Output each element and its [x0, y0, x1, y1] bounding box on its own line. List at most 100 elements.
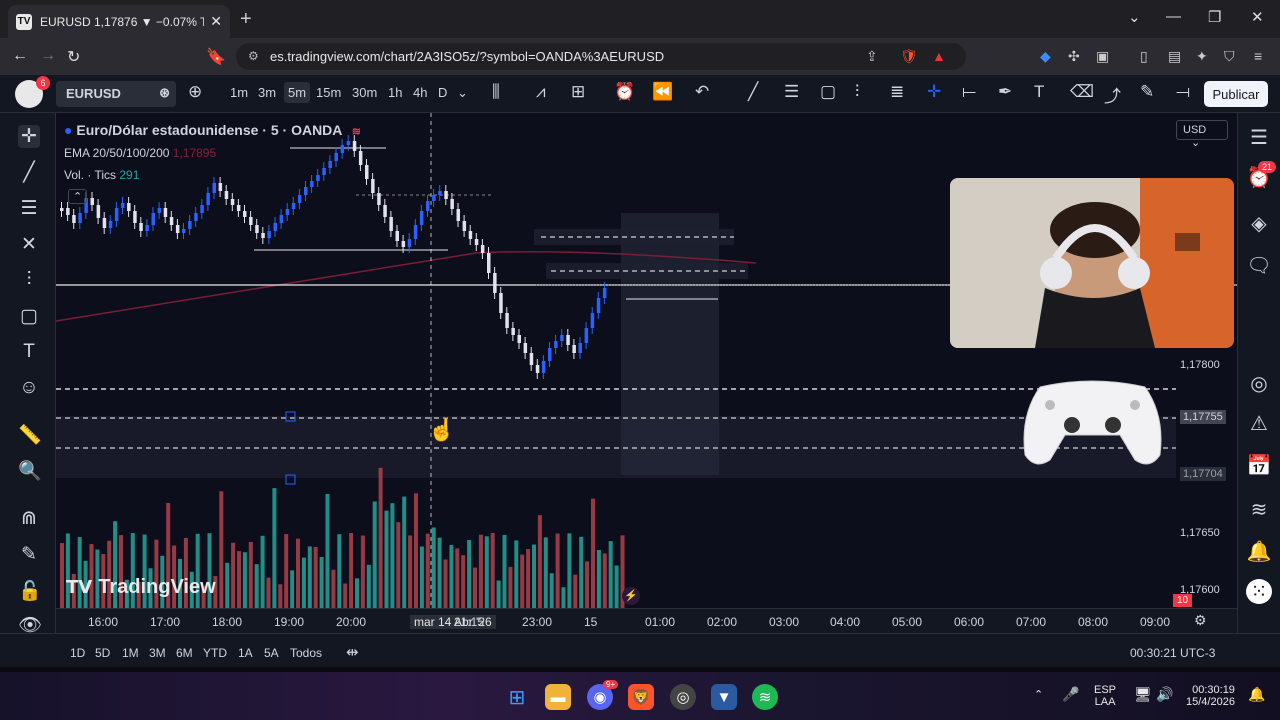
windows-start-icon[interactable]: ⊞: [504, 684, 530, 710]
shapes-icon[interactable]: ▢: [18, 305, 40, 328]
url-field[interactable]: ⚙ es.tradingview.com/chart/2A3ISO5z/?sym…: [236, 43, 966, 70]
notification-bell-icon[interactable]: 🔔: [1248, 686, 1265, 703]
tf-30m[interactable]: 30m: [352, 85, 377, 100]
fib-icon[interactable]: ☰: [784, 82, 799, 102]
valorant-icon[interactable]: ▼: [711, 684, 737, 710]
compare-icon[interactable]: ⊛: [159, 85, 170, 101]
tf-d[interactable]: D: [438, 85, 447, 100]
range-5a[interactable]: 5A: [264, 646, 279, 660]
brush-icon[interactable]: ✒: [998, 82, 1012, 102]
ideas-icon[interactable]: ⚠: [1246, 411, 1272, 436]
notifications-bell-icon[interactable]: 🔔: [1246, 539, 1272, 564]
tf-4h[interactable]: 4h: [413, 85, 427, 100]
browser-tab[interactable]: TV EURUSD 1,17876 ▼ −0.07% Trad ✕: [8, 5, 230, 38]
site-info-icon[interactable]: ⚙: [248, 49, 259, 63]
zoom-in-icon[interactable]: 🔍: [18, 459, 42, 483]
tf-1h[interactable]: 1h: [388, 85, 402, 100]
system-clock[interactable]: 00:30:19 15/4/2026: [1186, 684, 1235, 708]
cursor-icon[interactable]: ✛: [18, 125, 40, 148]
eraser-icon[interactable]: ⌫: [1070, 82, 1094, 102]
back-icon[interactable]: ←: [12, 47, 28, 65]
crosshair-icon[interactable]: ✛: [927, 82, 941, 102]
ray-icon[interactable]: ⟞: [1176, 82, 1190, 102]
stay-drawing-icon[interactable]: ✎: [18, 543, 40, 566]
ema-legend[interactable]: EMA 20/50/100/200 1,17895: [64, 146, 216, 160]
tf-15m[interactable]: 15m: [316, 85, 341, 100]
bookmark-icon[interactable]: 🔖: [206, 47, 226, 67]
date-range-icon[interactable]: ⇹: [346, 643, 359, 661]
brave-shields-icon[interactable]: 🛡: [900, 48, 918, 65]
add-symbol-icon[interactable]: ⊕: [188, 82, 202, 102]
vpn-icon[interactable]: ⛉: [1224, 48, 1235, 65]
trend-line-tool-icon[interactable]: ╱: [18, 161, 40, 184]
leo-ai-icon[interactable]: ✦: [1196, 48, 1208, 65]
alert-icon[interactable]: ⏰: [614, 82, 635, 102]
collapse-legend-icon[interactable]: ⌃: [68, 189, 88, 204]
undo-icon[interactable]: ↶: [695, 82, 709, 102]
app-icon[interactable]: ◎: [670, 684, 696, 710]
network-icon[interactable]: 🖥: [1134, 686, 1152, 703]
microphone-icon[interactable]: 🎤: [1062, 686, 1079, 703]
utc-clock[interactable]: 00:30:21 UTC-3: [1130, 646, 1215, 660]
minimize-icon[interactable]: —: [1166, 8, 1181, 25]
range-1m[interactable]: 1M: [122, 646, 139, 660]
spotify-icon[interactable]: ≋: [752, 684, 778, 710]
extensions-puzzle-icon[interactable]: ✣: [1068, 48, 1080, 65]
indicators-icon[interactable]: ⩘: [536, 82, 546, 102]
range-5d[interactable]: 5D: [95, 646, 110, 660]
fib-retracement-icon[interactable]: ≣: [890, 82, 904, 102]
sidebar-icon[interactable]: ▯: [1140, 48, 1148, 65]
wallet-icon[interactable]: ▤: [1168, 48, 1181, 65]
replay-icon[interactable]: ⏪: [652, 82, 673, 102]
tf-5m[interactable]: 5m: [284, 82, 311, 103]
range-ytd[interactable]: YTD: [203, 646, 227, 660]
text-annotation-icon[interactable]: T: [18, 341, 40, 363]
tab-search-icon[interactable]: ⌄: [1128, 8, 1141, 26]
axis-settings-icon[interactable]: ⚙: [1194, 612, 1207, 629]
ruler-icon[interactable]: 📏: [18, 423, 42, 447]
text-tool-icon[interactable]: T: [1034, 82, 1044, 102]
range-all[interactable]: Todos: [290, 646, 322, 660]
currency-select[interactable]: USD ⌄: [1176, 120, 1228, 149]
brave-browser-icon[interactable]: 🦁: [628, 684, 654, 710]
volume-icon[interactable]: 🔊: [1156, 686, 1173, 703]
watchlist-icon[interactable]: ☰: [1246, 125, 1272, 150]
target-icon[interactable]: ◎: [1246, 371, 1272, 396]
range-3m[interactable]: 3M: [149, 646, 166, 660]
horizontal-line-icon[interactable]: ⟝: [962, 82, 976, 102]
lock-icon[interactable]: 🔓: [18, 579, 42, 603]
calendar-icon[interactable]: 📅: [1246, 453, 1272, 478]
range-1a[interactable]: 1A: [238, 646, 253, 660]
maximize-icon[interactable]: ❐: [1208, 8, 1221, 26]
reload-icon[interactable]: ↻: [67, 47, 80, 67]
tf-1m[interactable]: 1m: [230, 85, 248, 100]
symbol-search-button[interactable]: EURUSD ⊛: [56, 81, 176, 107]
extension-icon[interactable]: ◆: [1040, 48, 1051, 65]
magnet-icon[interactable]: ⋒: [18, 507, 40, 530]
tf-3m[interactable]: 3m: [258, 85, 276, 100]
screenshot-icon[interactable]: ▣: [1096, 48, 1109, 65]
lightning-icon[interactable]: ⚡: [622, 587, 640, 605]
menu-icon[interactable]: ≡: [1254, 48, 1262, 64]
close-tab-icon[interactable]: ✕: [210, 13, 222, 30]
chat-icon[interactable]: 🗨: [1246, 253, 1272, 278]
publish-button[interactable]: Publicar: [1204, 81, 1268, 107]
pattern-icon[interactable]: ✕: [18, 233, 40, 256]
range-6m[interactable]: 6M: [176, 646, 193, 660]
language-indicator[interactable]: ESP LAA: [1094, 684, 1116, 708]
volume-legend[interactable]: Vol. · Tics 291: [64, 168, 139, 182]
rectangle-icon[interactable]: ▢: [820, 82, 836, 102]
new-tab-icon[interactable]: +: [240, 8, 252, 31]
pen-icon[interactable]: ✎: [1140, 82, 1154, 102]
time-axis[interactable]: 16:00 17:00 18:00 19:00 20:00 mar 14 Abr '26 2…: [56, 608, 1237, 633]
file-explorer-icon[interactable]: ▬: [545, 684, 571, 710]
range-1d[interactable]: 1D: [70, 646, 85, 660]
timeframe-dropdown-icon[interactable]: ⌄: [457, 85, 468, 101]
brave-rewards-icon[interactable]: ▲: [932, 48, 946, 64]
emoji-icon[interactable]: ☺: [18, 377, 40, 399]
path-icon[interactable]: ⤴: [1104, 82, 1121, 107]
prediction-icon[interactable]: ⫶: [18, 269, 40, 291]
candles-icon[interactable]: ⫼: [492, 82, 500, 102]
close-window-icon[interactable]: ✕: [1251, 8, 1264, 26]
parallel-channel-icon[interactable]: ⫶: [855, 82, 859, 102]
